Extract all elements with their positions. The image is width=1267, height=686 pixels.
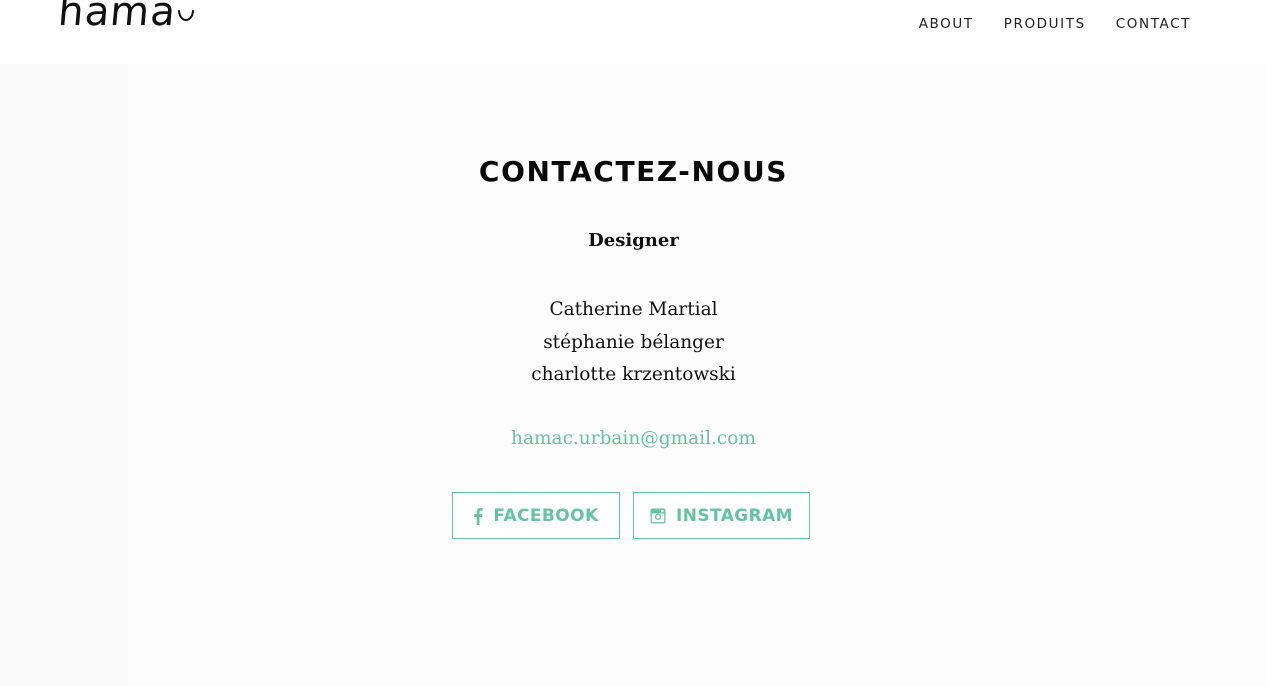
social-buttons: FACEBOOK INSTAGRAM: [452, 492, 810, 539]
logo-text: hama: [55, 0, 178, 35]
facebook-label: FACEBOOK: [493, 505, 599, 526]
nav-about[interactable]: ABOUT: [919, 16, 974, 32]
site-logo[interactable]: hama: [55, 0, 195, 42]
nav-produits[interactable]: PRODUITS: [1004, 16, 1086, 32]
nav-contact[interactable]: CONTACT: [1116, 16, 1191, 32]
facebook-button[interactable]: FACEBOOK: [452, 492, 620, 539]
page-title: CONTACTEZ-NOUS: [478, 155, 789, 188]
person-name: Catherine Martial: [549, 299, 718, 320]
logo-hammock-mark: [178, 10, 195, 21]
email-row: hamac.urbain@gmail.com: [0, 428, 1267, 449]
person-name: charlotte krzentowski: [531, 364, 736, 385]
facebook-icon: [473, 507, 484, 525]
role-heading: Designer: [588, 230, 679, 251]
person-name: stéphanie bélanger: [543, 331, 724, 353]
site-header: hama ABOUT PRODUITS CONTACT: [0, 0, 1267, 64]
instagram-button[interactable]: INSTAGRAM: [633, 492, 810, 539]
instagram-label: INSTAGRAM: [676, 505, 793, 526]
email-link[interactable]: hamac.urbain@gmail.com: [511, 428, 756, 449]
instagram-icon: [650, 508, 666, 524]
people-list: Catherine Martial stéphanie bélanger cha…: [0, 294, 1267, 392]
main-nav: ABOUT PRODUITS CONTACT: [919, 16, 1191, 32]
